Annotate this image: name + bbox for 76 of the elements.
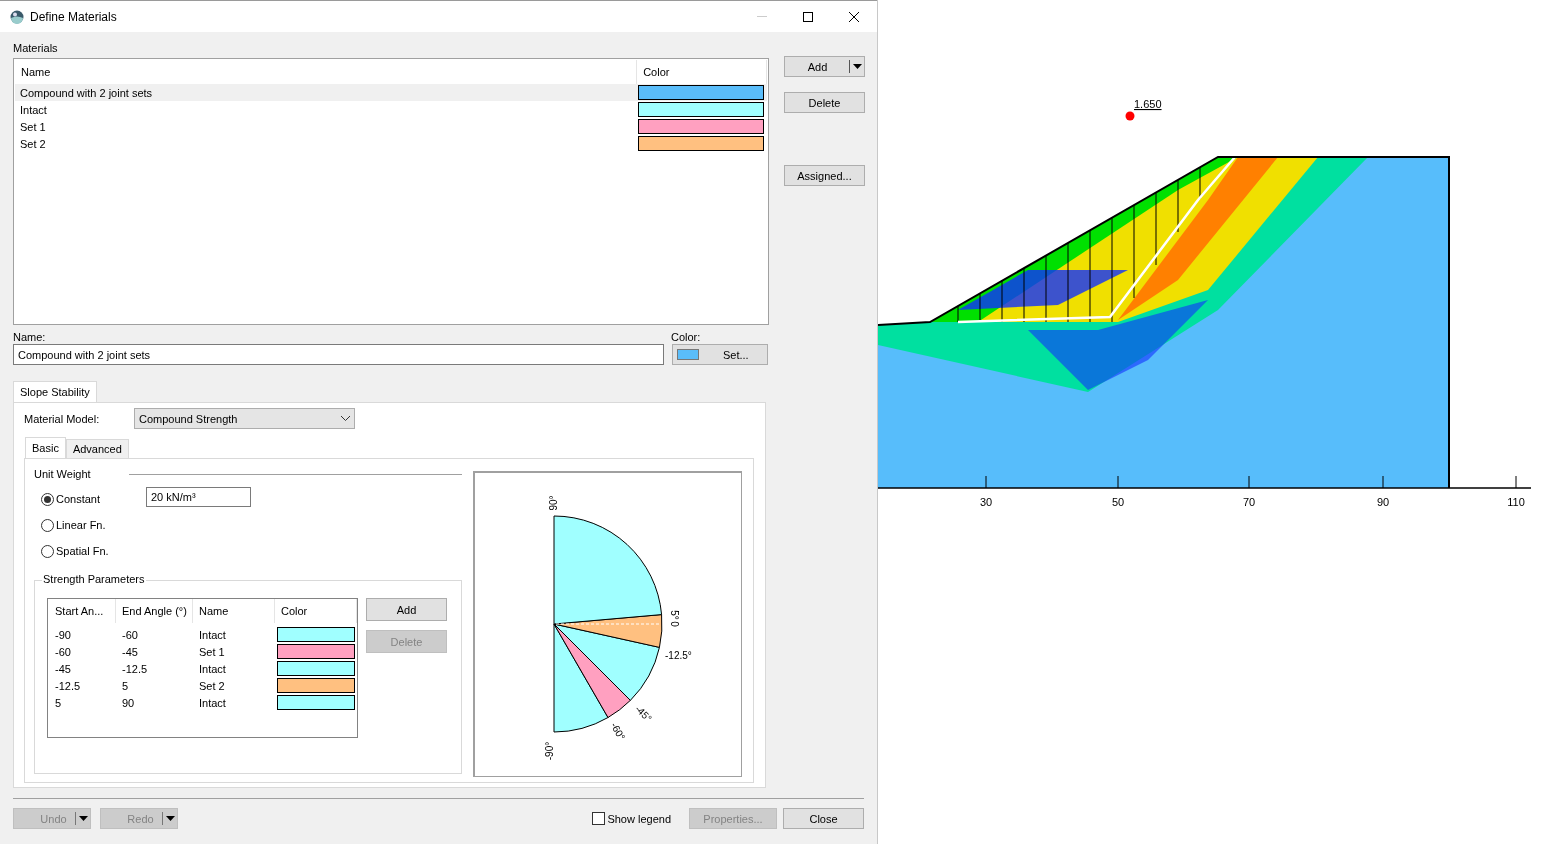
close-icon xyxy=(849,11,859,22)
angle-label: 90° xyxy=(548,495,559,511)
axis-label: 90 xyxy=(1376,496,1390,508)
material-button[interactable]: Delete xyxy=(784,92,865,113)
unit-weight-input-field[interactable]: 20 kN/m³ xyxy=(146,487,251,507)
field-label: Color: xyxy=(671,330,701,344)
material-name: Set 2 xyxy=(19,137,47,150)
radio-button[interactable] xyxy=(41,518,54,532)
minimize-icon xyxy=(757,16,767,17)
field-label: Material Model: xyxy=(24,411,101,426)
angle-label: -12.5° xyxy=(665,650,692,661)
table-cell-text: -12.5 xyxy=(121,662,149,675)
material-name: Intact xyxy=(19,103,48,116)
chevron-down-icon xyxy=(341,416,350,421)
angle-label: -90° xyxy=(544,741,555,761)
table-cell-text: Set 2 xyxy=(198,679,226,692)
table-cell-text: -12.5 xyxy=(54,679,82,692)
table-cell-text: Set 1 xyxy=(198,645,226,658)
table-cell-text: Intact xyxy=(198,696,227,709)
column-header[interactable]: Start An... xyxy=(49,599,116,623)
angle-label: 5° xyxy=(669,610,680,620)
column-header[interactable]: Name xyxy=(193,599,275,623)
material-name: Set 1 xyxy=(19,120,47,133)
material-model-dropdown[interactable]: Compound Strength xyxy=(134,408,355,429)
radio-button[interactable] xyxy=(41,544,54,558)
material-button[interactable]: Assigned... xyxy=(784,165,865,186)
field-label: Name: xyxy=(13,330,47,344)
radio-button[interactable] xyxy=(41,492,54,506)
angle-label: -60° xyxy=(608,720,628,742)
tab[interactable]: Slope Stability xyxy=(13,381,97,402)
table-cell-text: -90 xyxy=(54,628,72,641)
safety-factor-label: 1.650 xyxy=(1134,98,1162,110)
checkbox[interactable] xyxy=(592,812,606,825)
radio-label: Constant xyxy=(56,492,101,506)
material-row[interactable]: Intact xyxy=(15,101,767,118)
table-cell-text: -45 xyxy=(54,662,72,675)
column-header[interactable]: Color xyxy=(275,599,357,623)
axis-label: 110 xyxy=(1507,496,1525,508)
table-cell-text: -60 xyxy=(54,645,72,658)
column-header[interactable]: End Angle (°) xyxy=(116,599,193,623)
caret-icon xyxy=(852,64,862,69)
material-button[interactable]: Add xyxy=(784,56,865,77)
checkbox-label: Show legend xyxy=(607,811,671,826)
radio-label: Linear Fn. xyxy=(56,518,106,532)
radio-label: Spatial Fn. xyxy=(56,544,109,558)
table-cell-text: 90 xyxy=(121,696,136,709)
axis-label: 30 xyxy=(979,496,993,508)
close-dialog-button[interactable]: Close xyxy=(783,808,864,829)
caret-icon xyxy=(78,816,88,821)
material-row[interactable]: Set 1 xyxy=(15,118,767,135)
caret-icon xyxy=(165,816,175,821)
name-input-field[interactable]: Compound with 2 joint sets xyxy=(13,344,664,365)
table-cell-text: Intact xyxy=(198,662,227,675)
axis-label: 50 xyxy=(1111,496,1125,508)
table-cell-text: Intact xyxy=(198,628,227,641)
group-title: Strength Parameters xyxy=(42,573,146,585)
material-row[interactable]: Set 2 xyxy=(15,135,767,152)
app-globe-icon xyxy=(10,9,24,24)
strength-button[interactable]: Add xyxy=(366,598,447,621)
axis-label: 70 xyxy=(1242,496,1256,508)
tab[interactable]: Advanced xyxy=(65,439,129,458)
section-label: Unit Weight xyxy=(34,467,91,481)
tab[interactable]: Basic xyxy=(25,437,66,458)
section-label: Materials xyxy=(13,41,59,55)
angle-label: 0 xyxy=(669,621,680,627)
table-cell-text: -60 xyxy=(121,628,139,641)
window-title: Define Materials xyxy=(30,9,118,24)
table-cell-text: 5 xyxy=(54,696,63,709)
material-row[interactable]: Compound with 2 joint sets xyxy=(15,84,767,101)
maximize-icon xyxy=(803,11,813,22)
slip-center-marker xyxy=(1125,111,1135,121)
material-name: Compound with 2 joint sets xyxy=(19,86,154,99)
table-cell-text: 5 xyxy=(121,679,130,692)
set-color-button[interactable]: Set... xyxy=(672,344,768,365)
table-cell-text: -45 xyxy=(121,645,139,658)
angle-label: -45° xyxy=(633,703,654,724)
